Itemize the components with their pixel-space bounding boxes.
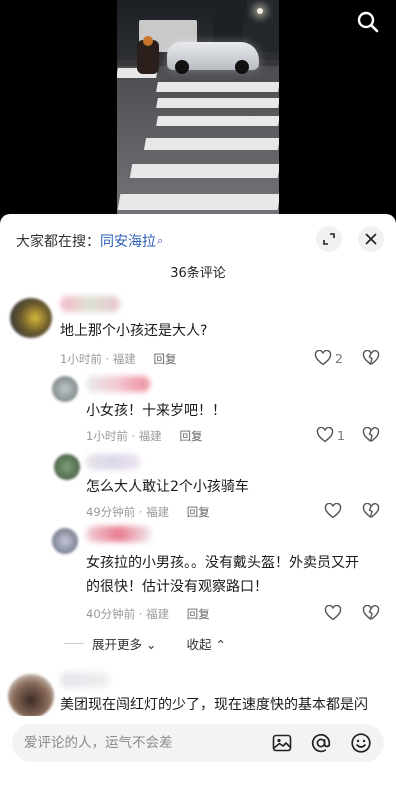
comment-meta: 1小时前 · 福建 回复 xyxy=(60,352,177,366)
like-button[interactable] xyxy=(324,605,342,621)
comment-location: 福建 xyxy=(112,352,136,366)
comment-time: 1小时前 xyxy=(86,429,128,443)
expand-more-button[interactable]: 展开更多 ⌄ xyxy=(92,634,156,653)
comment-time: 49分钟前 xyxy=(86,505,136,519)
broken-heart-icon xyxy=(362,502,380,519)
avatar[interactable] xyxy=(52,376,78,402)
heart-icon xyxy=(316,427,334,443)
emoji-icon[interactable] xyxy=(350,732,372,754)
crosswalk-stripe xyxy=(156,98,279,108)
comment-meta: 49分钟前 · 福建 回复 xyxy=(86,505,210,519)
comment-text-line: 的很快！估计没有观察路口！ xyxy=(86,579,268,595)
dislike-button[interactable] xyxy=(362,349,380,370)
comment-panel-header: 大家都在搜： 同安海拉 ⌕ xyxy=(0,214,396,266)
at-icon[interactable] xyxy=(310,732,332,754)
comment-text: 美团现在闯红灯的少了，现在速度快的基本都是闪 xyxy=(60,697,368,713)
reply-button[interactable]: 回复 xyxy=(179,429,202,443)
crosswalk-stripe xyxy=(129,164,279,178)
comment-meta: 1小时前 · 福建 回复 xyxy=(86,429,203,443)
video-player[interactable] xyxy=(0,0,396,222)
video-car-wheel xyxy=(175,60,189,74)
avatar[interactable] xyxy=(10,298,52,338)
avatar[interactable] xyxy=(52,528,78,554)
heart-icon xyxy=(314,350,332,366)
username-blurred[interactable] xyxy=(60,296,120,312)
reply-button[interactable]: 回复 xyxy=(153,352,176,366)
expand-icon xyxy=(323,233,335,245)
search-icon[interactable] xyxy=(356,10,380,34)
username-blurred[interactable] xyxy=(86,526,152,542)
comment-text: 怎么大人敢让2个小孩骑车 xyxy=(86,479,249,495)
divider-line xyxy=(64,643,84,644)
hot-search-prefix: 大家都在搜： xyxy=(16,234,100,250)
reply-expand-row: 展开更多 ⌄ 收起 ⌃ xyxy=(64,634,226,653)
like-button[interactable] xyxy=(324,503,342,519)
like-button[interactable]: 1 xyxy=(316,427,345,443)
dislike-button[interactable] xyxy=(362,604,380,625)
video-frame[interactable] xyxy=(117,0,279,222)
comment-panel: 大家都在搜： 同安海拉 ⌕ 36条评论 地上那个小孩还是大人? 1小时前 · 福… xyxy=(0,214,396,800)
dislike-button[interactable] xyxy=(362,502,380,523)
comment-location: 福建 xyxy=(146,505,170,519)
comment-time: 1小时前 xyxy=(60,352,102,366)
close-icon xyxy=(365,233,377,245)
comment-input-bar xyxy=(0,716,396,800)
hot-search-magnifier-icon: ⌕ xyxy=(157,234,164,247)
username-blurred[interactable] xyxy=(86,454,140,470)
comment-meta: 40分钟前 · 福建 回复 xyxy=(86,607,210,621)
crosswalk-stripe xyxy=(117,194,279,210)
comment-location: 福建 xyxy=(138,429,162,443)
video-building xyxy=(247,0,279,52)
dislike-button[interactable] xyxy=(362,426,380,447)
close-button[interactable] xyxy=(358,226,384,252)
like-count: 2 xyxy=(335,350,343,366)
broken-heart-icon xyxy=(362,604,380,621)
broken-heart-icon xyxy=(362,349,380,366)
chevron-down-icon: ⌄ xyxy=(146,637,157,652)
comment-time: 40分钟前 xyxy=(86,607,136,621)
heart-icon xyxy=(324,605,342,621)
hot-search-link[interactable]: 大家都在搜： 同安海拉 ⌕ xyxy=(16,231,163,251)
comment-count-title: 36条评论 xyxy=(170,266,226,281)
collapse-button[interactable]: 收起 ⌃ xyxy=(186,634,225,653)
video-car-wheel xyxy=(235,60,249,74)
like-button[interactable]: 2 xyxy=(314,350,343,366)
crosswalk-stripe xyxy=(143,138,279,150)
collapse-label: 收起 xyxy=(186,637,212,652)
comment-text: 地上那个小孩还是大人? xyxy=(60,323,208,339)
broken-heart-icon xyxy=(362,426,380,443)
expand-button[interactable] xyxy=(316,226,342,252)
reply-button[interactable]: 回复 xyxy=(187,607,210,621)
comment-location: 福建 xyxy=(146,607,170,621)
video-rider-helmet xyxy=(143,36,153,46)
crosswalk-stripe xyxy=(156,116,279,126)
heart-icon xyxy=(324,503,342,519)
like-count: 1 xyxy=(337,427,345,443)
reply-button[interactable]: 回复 xyxy=(187,505,210,519)
comment-text-line: 女孩拉的小男孩。。没有戴头盔！外卖员又开 xyxy=(86,555,359,571)
avatar[interactable] xyxy=(54,454,80,480)
image-icon[interactable] xyxy=(271,732,293,754)
avatar[interactable] xyxy=(8,674,54,718)
username-blurred[interactable] xyxy=(86,376,150,392)
comment-text: 小女孩！十来岁吧！！ xyxy=(86,403,226,419)
chevron-up-icon: ⌃ xyxy=(215,637,226,652)
expand-more-label: 展开更多 xyxy=(92,637,143,652)
hot-search-term[interactable]: 同安海拉 xyxy=(100,231,156,251)
username-blurred[interactable] xyxy=(60,672,110,688)
crosswalk-stripe xyxy=(156,82,279,92)
video-streetlight xyxy=(257,8,263,14)
